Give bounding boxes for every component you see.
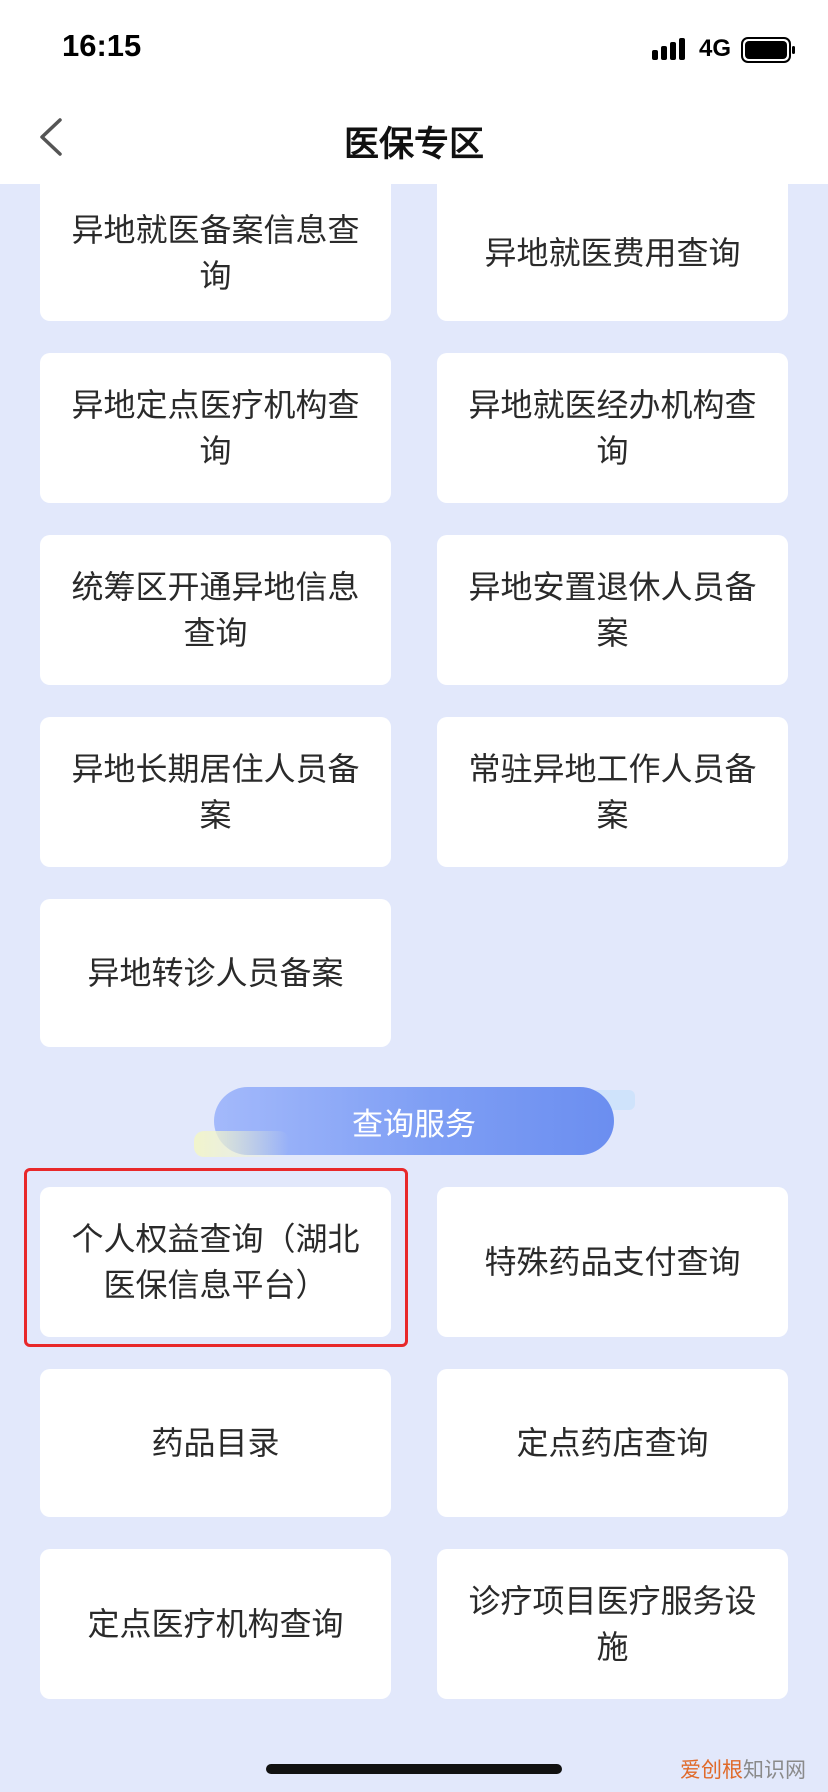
card-remote-designated-institution-query[interactable]: 异地定点医疗机构查询 [40, 353, 391, 503]
card-treatment-items-service-facilities[interactable]: 诊疗项目医疗服务设施 [437, 1549, 788, 1699]
network-label: 4G [699, 35, 732, 62]
signal-icon [652, 38, 685, 60]
watermark-suffix: 知识网 [743, 1758, 806, 1782]
card-special-drug-payment-query[interactable]: 特殊药品支付查询 [437, 1187, 788, 1337]
card-designated-pharmacy-query[interactable]: 定点药店查询 [437, 1369, 788, 1517]
card-remote-agency-query[interactable]: 异地就医经办机构查询 [437, 353, 788, 503]
card-referral-filing[interactable]: 异地转诊人员备案 [40, 899, 391, 1047]
card-resettled-retiree-filing[interactable]: 异地安置退休人员备案 [437, 535, 788, 685]
status-time: 16:15 [62, 28, 142, 63]
card-long-term-resident-filing[interactable]: 异地长期居住人员备案 [40, 717, 391, 867]
watermark: 爱创根知识网 [680, 1754, 806, 1784]
section-header-decoration [194, 1131, 289, 1157]
card-remote-filing-info-query[interactable]: 异地就医备案信息查询 [40, 164, 391, 321]
page-title: 医保专区 [343, 125, 484, 165]
card-designated-medical-institution-query[interactable]: 定点医疗机构查询 [40, 1549, 391, 1699]
card-resident-worker-filing[interactable]: 常驻异地工作人员备案 [437, 717, 788, 867]
battery-icon [741, 37, 795, 63]
card-remote-cost-query[interactable]: 异地就医费用查询 [437, 164, 788, 321]
card-pooling-area-remote-info-query[interactable]: 统筹区开通异地信息查询 [40, 535, 391, 685]
card-personal-rights-query[interactable]: 个人权益查询（湖北医保信息平台） [40, 1187, 391, 1337]
card-drug-catalog[interactable]: 药品目录 [40, 1369, 391, 1517]
status-bar: 16:15 4G [0, 0, 828, 90]
home-indicator[interactable] [266, 1764, 562, 1774]
watermark-brand: 爱创根 [680, 1758, 743, 1782]
